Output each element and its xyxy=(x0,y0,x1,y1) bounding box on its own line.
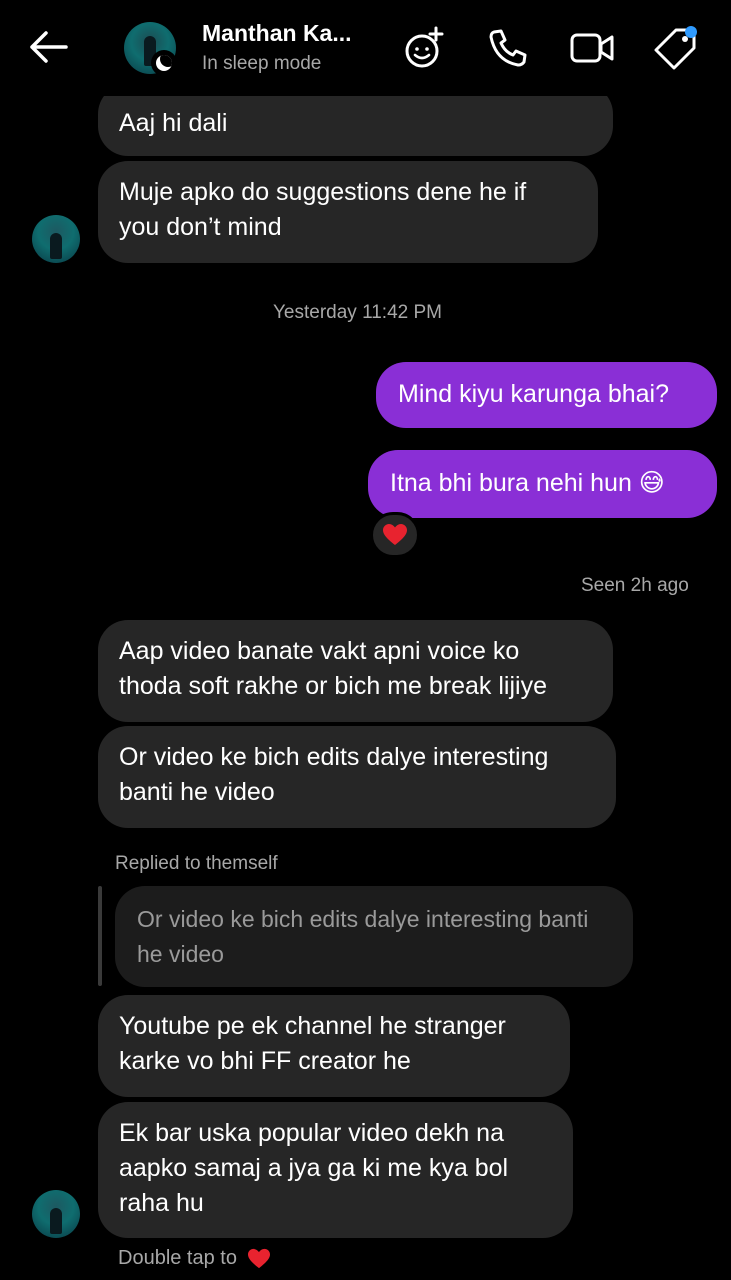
message-text: Mind kiyu karunga bhai? xyxy=(398,380,669,408)
message-text: Itna bhi bura nehi hun 😅 xyxy=(390,469,665,497)
outgoing-message[interactable]: Mind kiyu karunga bhai? xyxy=(376,362,717,428)
replied-label: Replied to themself xyxy=(115,853,278,874)
incoming-message[interactable]: Ek bar uska popular video dekh na aapko … xyxy=(98,1102,573,1238)
message-text: Aaj hi dali xyxy=(119,109,228,137)
message-text: Youtube pe ek channel he stranger xyxy=(119,1012,506,1040)
message-text: aapko samaj a jya ga ki me kya bol xyxy=(119,1154,509,1182)
phone-icon[interactable] xyxy=(484,24,532,72)
double-tap-hint: Double tap to xyxy=(118,1247,271,1270)
quoted-text: Or video ke bich edits dalye interesting… xyxy=(137,906,589,932)
back-arrow-icon[interactable] xyxy=(26,26,72,68)
quoted-message[interactable]: Or video ke bich edits dalye interesting… xyxy=(115,886,633,987)
tag-icon[interactable] xyxy=(652,24,700,72)
quoted-text: he video xyxy=(137,941,224,967)
video-camera-icon[interactable] xyxy=(568,24,616,72)
outgoing-message[interactable]: Itna bhi bura nehi hun 😅 xyxy=(368,450,717,518)
message-text: raha hu xyxy=(119,1189,204,1217)
message-text: Muje apko do suggestions dene he if xyxy=(119,178,527,206)
effects-icon[interactable] xyxy=(400,24,448,72)
sender-avatar[interactable] xyxy=(32,215,80,263)
hint-text: Double tap to xyxy=(118,1247,237,1269)
sender-avatar[interactable] xyxy=(32,1190,80,1238)
message-text: karke vo bhi FF creator he xyxy=(119,1047,411,1075)
heart-reaction[interactable] xyxy=(370,512,420,558)
contact-status: In sleep mode xyxy=(202,53,322,74)
message-text: Ek bar uska popular video dekh na xyxy=(119,1119,504,1147)
message-text: Aap video banate vakt apni voice ko xyxy=(119,637,520,665)
seen-status: Seen 2h ago xyxy=(581,575,689,596)
reply-indicator-bar xyxy=(98,886,102,986)
heart-icon xyxy=(383,524,407,545)
chat-header: Manthan Ka... In sleep mode xyxy=(0,0,731,96)
message-text: Or video ke bich edits dalye interesting xyxy=(119,743,549,771)
message-text: banti he video xyxy=(119,778,275,806)
sleep-mode-moon-icon xyxy=(151,50,177,76)
contact-name[interactable]: Manthan Ka... xyxy=(202,20,352,47)
message-text: thoda soft rakhe or bich me break lijiye xyxy=(119,672,547,700)
timestamp: Yesterday 11:42 PM xyxy=(273,302,442,323)
heart-icon xyxy=(247,1248,270,1268)
incoming-message[interactable]: Or video ke bich edits dalye interesting… xyxy=(98,726,616,828)
incoming-message[interactable]: Youtube pe ek channel he stranger karke … xyxy=(98,995,570,1097)
message-text: you don’t mind xyxy=(119,213,282,241)
incoming-message[interactable]: Muje apko do suggestions dene he if you … xyxy=(98,161,598,263)
notification-dot xyxy=(685,26,697,38)
incoming-message[interactable]: Aap video banate vakt apni voice ko thod… xyxy=(98,620,613,722)
